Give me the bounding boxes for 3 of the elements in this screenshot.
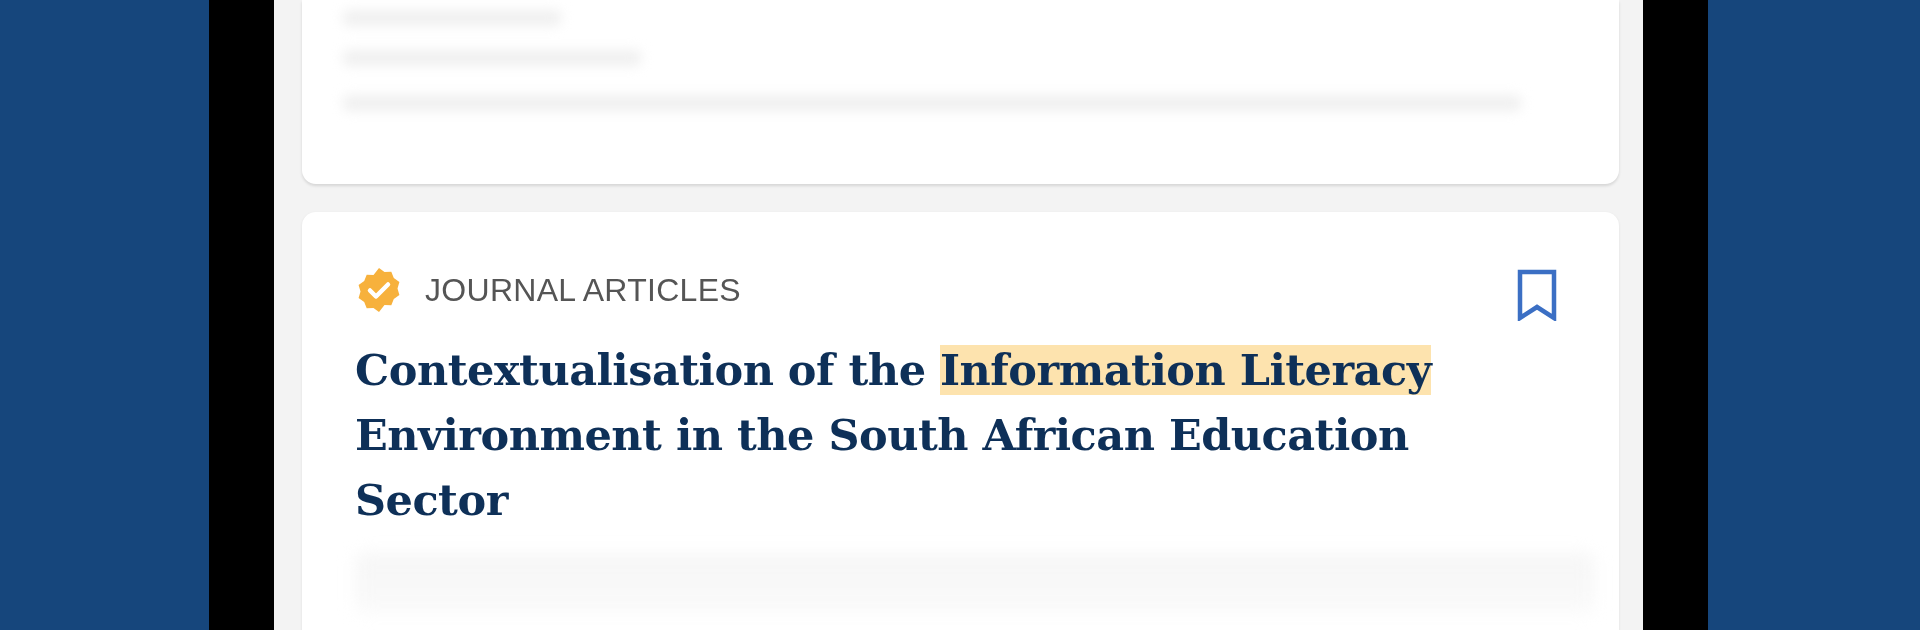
bookmark-icon[interactable]	[1517, 269, 1557, 321]
category-label: JOURNAL ARTICLES	[425, 271, 741, 309]
article-title[interactable]: Contextualisation of the Information Literacy Environment in the South African Education Sector	[355, 338, 1475, 533]
